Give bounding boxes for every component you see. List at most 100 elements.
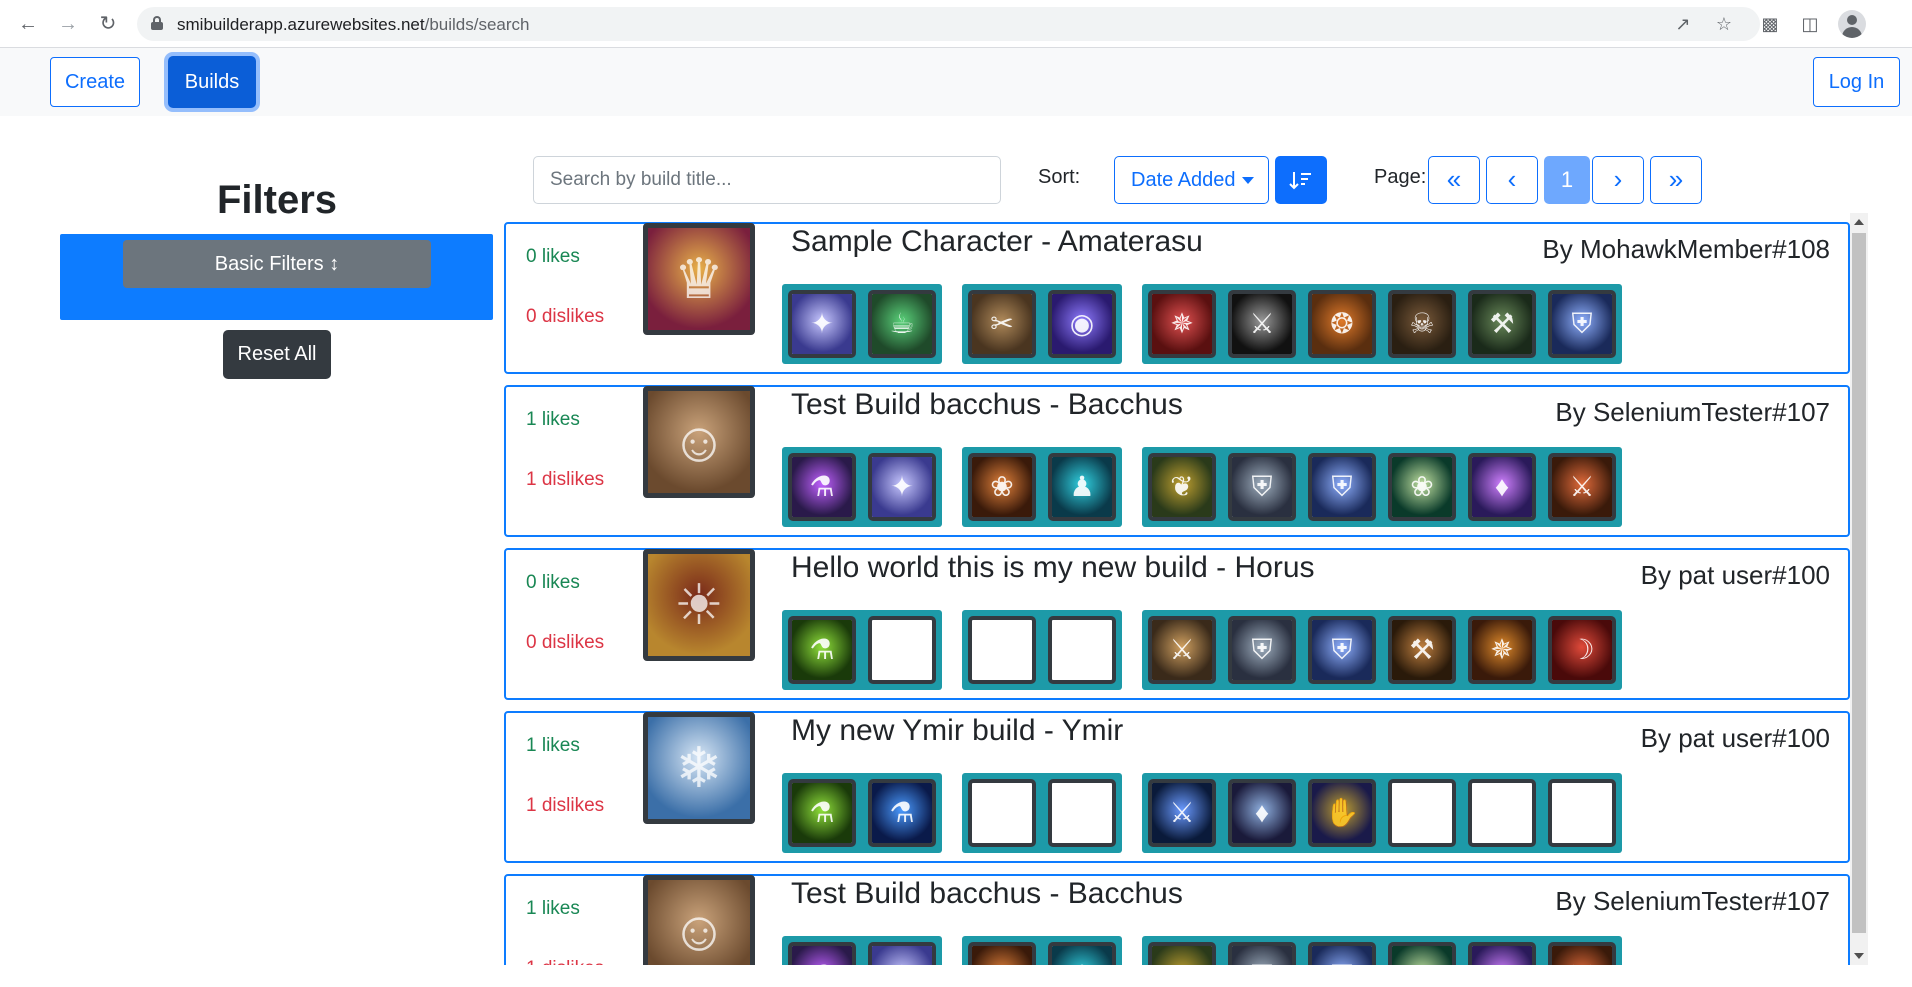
item-slot[interactable]: ✦ <box>868 942 936 965</box>
first-page-button[interactable]: « <box>1428 156 1480 204</box>
item-slot[interactable]: ☕ <box>868 290 936 358</box>
item-icon: ⛨ <box>1552 294 1612 354</box>
scroll-thumb[interactable] <box>1852 233 1866 933</box>
item-icon: ♦ <box>1472 457 1532 517</box>
side-panel-icon[interactable]: ◫ <box>1798 12 1822 36</box>
empty-item-slot[interactable] <box>1048 616 1116 684</box>
item-slot[interactable]: ☠ <box>1388 290 1456 358</box>
build-title[interactable]: Test Build bacchus - Bacchus <box>791 877 1183 911</box>
login-button[interactable]: Log In <box>1813 57 1900 107</box>
empty-item-slot[interactable] <box>1048 779 1116 847</box>
item-slot[interactable]: ⚗ <box>788 453 856 521</box>
item-slot[interactable]: ◉ <box>1048 290 1116 358</box>
build-title[interactable]: Hello world this is my new build - Horus <box>791 551 1315 585</box>
item-slot[interactable]: ❂ <box>1308 290 1376 358</box>
item-slot[interactable]: ⛨ <box>1228 616 1296 684</box>
item-slot[interactable]: ⚔ <box>1548 453 1616 521</box>
item-slot[interactable]: ⛨ <box>1548 290 1616 358</box>
create-button[interactable]: Create <box>50 57 140 107</box>
build-card[interactable]: 1 likes 1 dislikes ☺ Test Build bacchus - B… <box>504 874 1850 965</box>
build-card[interactable]: 1 likes 1 dislikes ❄ My new Ymir build - Ym… <box>504 711 1850 863</box>
build-card[interactable]: 0 likes 0 dislikes ☀ Hello world this is my… <box>504 548 1850 700</box>
item-icon: ❀ <box>972 457 1032 517</box>
profile-avatar-icon[interactable] <box>1838 10 1866 38</box>
item-slot[interactable]: ✂ <box>968 290 1036 358</box>
empty-item-slot[interactable] <box>1388 779 1456 847</box>
item-slot[interactable]: ✋ <box>1308 779 1376 847</box>
lock-icon <box>151 16 163 30</box>
item-slot[interactable]: ❀ <box>1388 453 1456 521</box>
item-slot[interactable]: ❦ <box>1148 942 1216 965</box>
scroll-up-icon[interactable] <box>1854 219 1864 225</box>
item-slot[interactable]: ⚔ <box>1148 616 1216 684</box>
item-slot[interactable]: ✵ <box>1468 616 1536 684</box>
item-slot[interactable]: ⚔ <box>1148 779 1216 847</box>
item-glyph: ⚒ <box>1409 634 1435 665</box>
next-page-button[interactable]: › <box>1592 156 1644 204</box>
item-slot[interactable]: ⛨ <box>1308 942 1376 965</box>
item-glyph: ⚗ <box>792 946 852 965</box>
item-slot[interactable]: ⚒ <box>1468 290 1536 358</box>
prev-page-button[interactable]: ‹ <box>1486 156 1538 204</box>
empty-item-slot[interactable] <box>968 779 1036 847</box>
reset-all-button[interactable]: Reset All <box>223 330 331 379</box>
item-slot[interactable]: ⚗ <box>788 942 856 965</box>
item-slot[interactable]: ♦ <box>1228 779 1296 847</box>
address-bar[interactable]: smibuilderapp.azurewebsites.net/builds/s… <box>137 7 1760 41</box>
item-slot[interactable]: ✦ <box>868 453 936 521</box>
item-slot[interactable]: ⛨ <box>1228 453 1296 521</box>
god-portrait: ☺ <box>643 386 755 498</box>
back-icon[interactable]: ← <box>14 10 42 38</box>
item-slot[interactable]: ⚔ <box>1228 290 1296 358</box>
item-icon: ⚔ <box>1552 946 1612 965</box>
item-slot[interactable]: ☽ <box>1548 616 1616 684</box>
build-title[interactable]: Sample Character - Amaterasu <box>791 225 1203 259</box>
basic-filters-button[interactable]: Basic Filters ↕ <box>123 240 431 288</box>
item-slot[interactable]: ⚗ <box>788 616 856 684</box>
results-scrollbar[interactable] <box>1850 213 1868 965</box>
item-slot[interactable]: ⛨ <box>1308 453 1376 521</box>
last-page-button[interactable]: » <box>1650 156 1702 204</box>
item-glyph: ⛨ <box>1331 471 1353 502</box>
bookmark-star-icon[interactable]: ☆ <box>1713 13 1735 35</box>
item-slot[interactable]: ✦ <box>788 290 856 358</box>
sort-dropdown[interactable]: Date Added <box>1114 156 1269 204</box>
current-page-button[interactable]: 1 <box>1544 156 1590 204</box>
search-input[interactable] <box>533 156 1001 204</box>
item-slot[interactable]: ❀ <box>968 942 1036 965</box>
item-slot[interactable]: ♦ <box>1468 453 1536 521</box>
forward-icon[interactable]: → <box>54 10 82 38</box>
filters-heading: Filters <box>216 178 338 222</box>
item-slot[interactable]: ⚔ <box>1548 942 1616 965</box>
extensions-icon[interactable]: ▩ <box>1758 12 1782 36</box>
build-title[interactable]: My new Ymir build - Ymir <box>791 714 1123 748</box>
empty-item-slot[interactable] <box>1548 779 1616 847</box>
item-glyph: ✦ <box>890 471 914 502</box>
empty-item-slot[interactable] <box>968 616 1036 684</box>
item-slot[interactable]: ⚗ <box>868 779 936 847</box>
sort-direction-button[interactable] <box>1275 156 1327 204</box>
reload-icon[interactable]: ↻ <box>94 10 122 38</box>
item-slot[interactable]: ⚗ <box>788 779 856 847</box>
item-slot[interactable]: ⚒ <box>1388 616 1456 684</box>
build-title[interactable]: Test Build bacchus - Bacchus <box>791 388 1183 422</box>
god-portrait: ☀ <box>643 549 755 661</box>
builds-button[interactable]: Builds <box>168 56 256 108</box>
item-slot[interactable]: ❀ <box>1388 942 1456 965</box>
item-slot[interactable]: ♟ <box>1048 942 1116 965</box>
build-card[interactable]: 1 likes 1 dislikes ☺ Test Build bacchus - B… <box>504 385 1850 537</box>
empty-item-slot[interactable] <box>868 616 936 684</box>
build-card[interactable]: 0 likes 0 dislikes ♛ Sample Character - Ama… <box>504 222 1850 374</box>
item-slot[interactable]: ♦ <box>1468 942 1536 965</box>
item-slot[interactable]: ✵ <box>1148 290 1216 358</box>
item-slot[interactable]: ♟ <box>1048 453 1116 521</box>
empty-item-slot[interactable] <box>1468 779 1536 847</box>
item-slot[interactable]: ❀ <box>968 453 1036 521</box>
share-icon[interactable]: ↗ <box>1672 13 1694 35</box>
item-icon: ✦ <box>872 457 932 517</box>
item-icon: ✵ <box>1472 620 1532 680</box>
item-slot[interactable]: ❦ <box>1148 453 1216 521</box>
scroll-down-icon[interactable] <box>1854 953 1864 959</box>
item-slot[interactable]: ⛨ <box>1228 942 1296 965</box>
item-slot[interactable]: ⛨ <box>1308 616 1376 684</box>
